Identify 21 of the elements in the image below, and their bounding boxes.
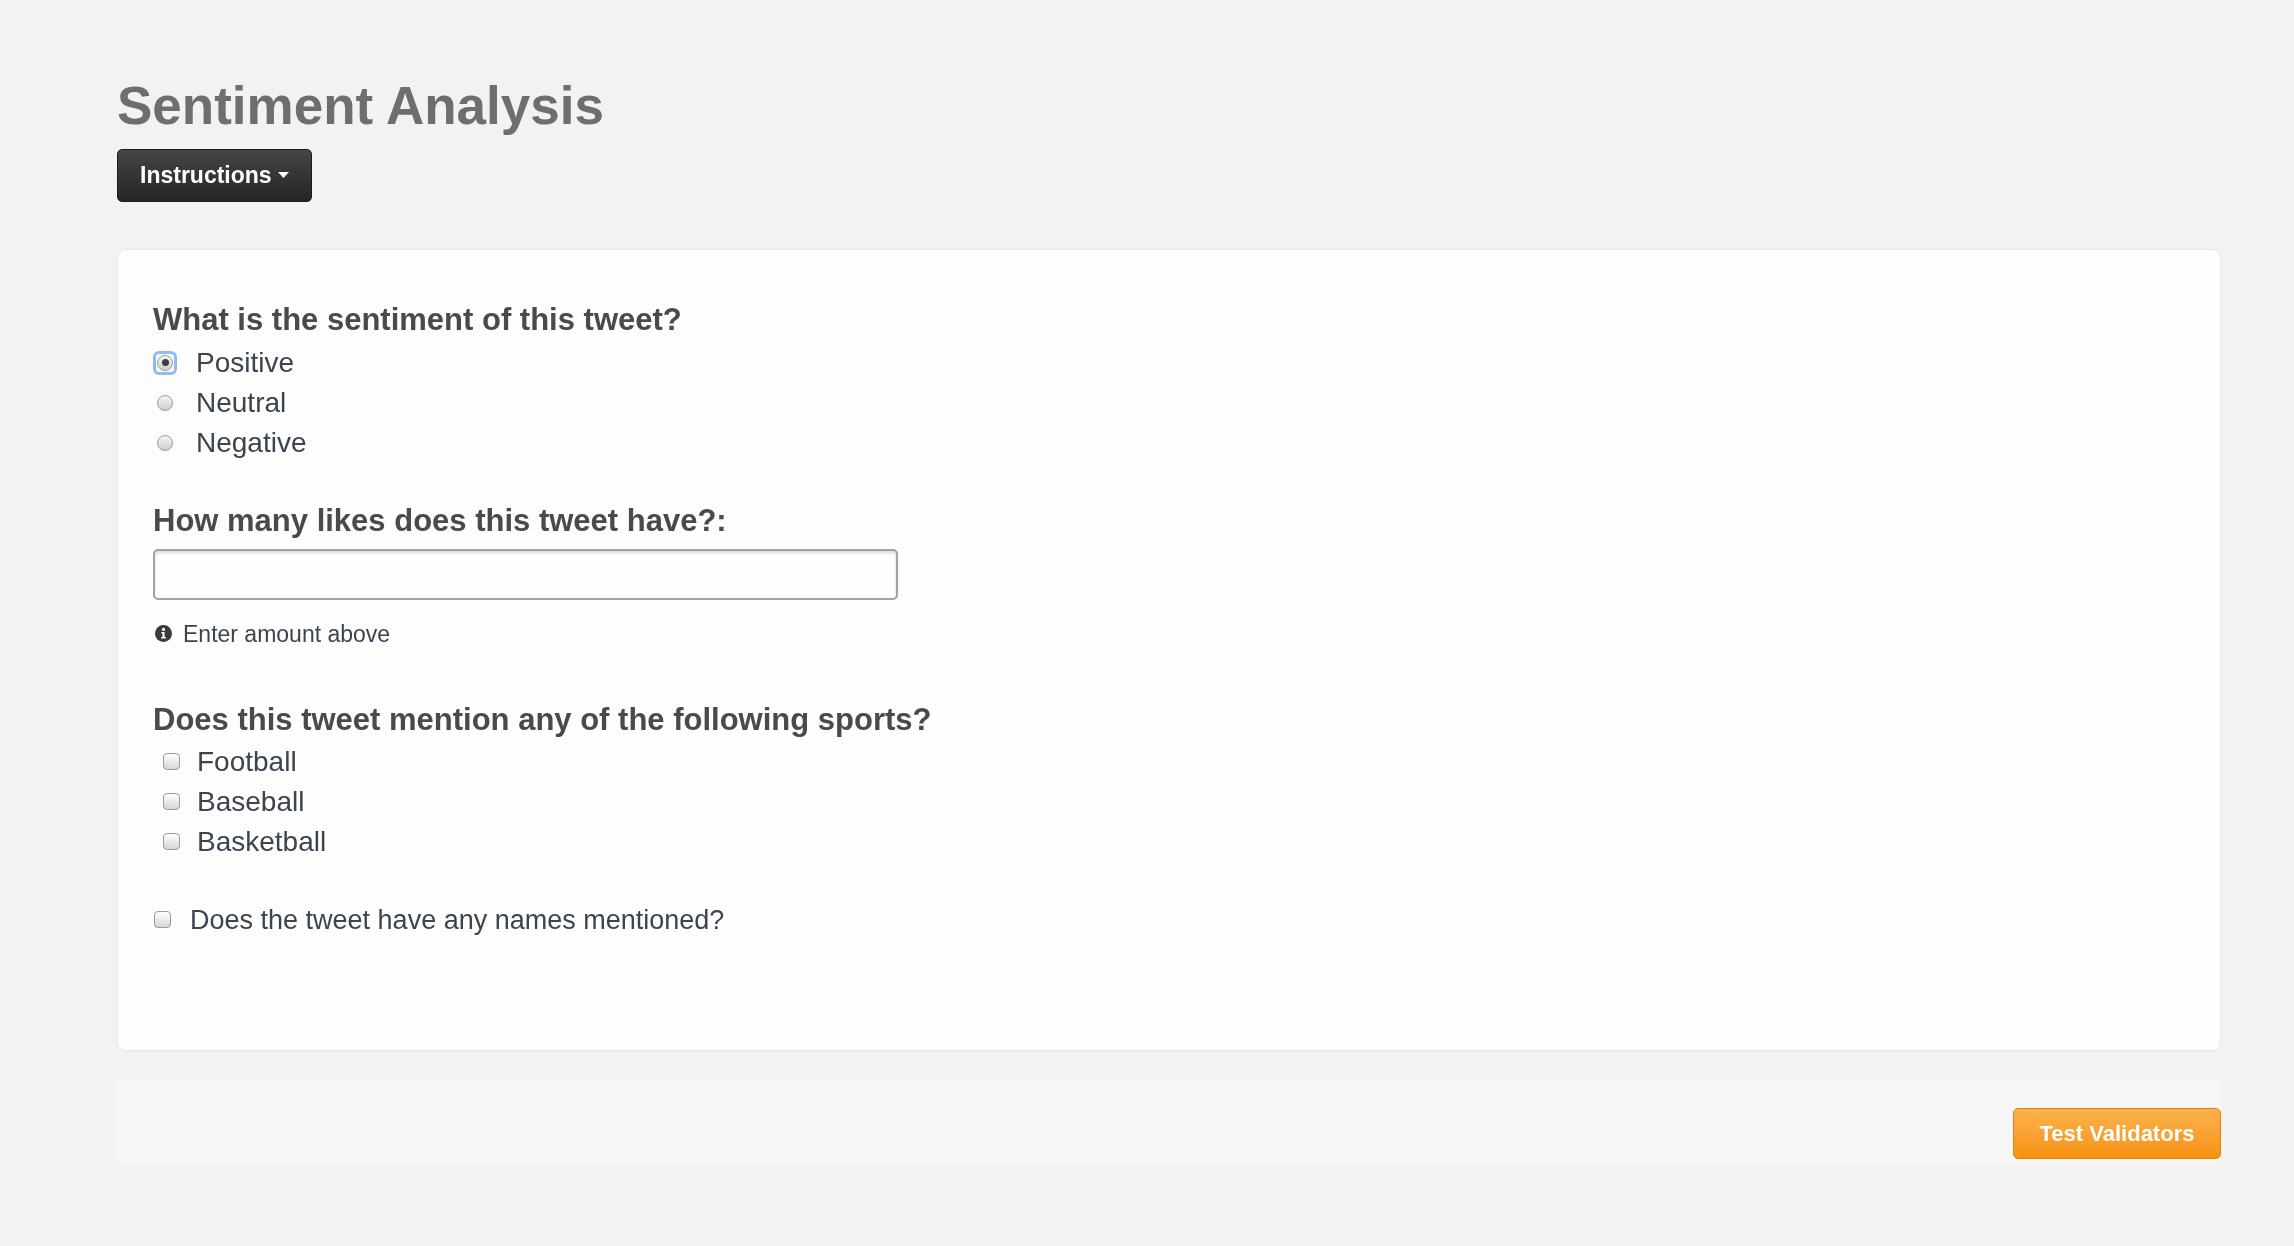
question-heading: What is the sentiment of this tweet? xyxy=(153,300,682,339)
option-label: Neutral xyxy=(196,385,287,420)
radio-button[interactable] xyxy=(153,350,177,375)
checkbox[interactable] xyxy=(163,793,180,811)
text-input-field[interactable] xyxy=(153,548,898,600)
option-label: Baseball xyxy=(197,784,305,819)
instructions-dropdown-button[interactable]: Instructions xyxy=(117,148,312,202)
checkbox[interactable] xyxy=(163,833,180,851)
checkbox-label: Does the tweet have any names mentioned? xyxy=(190,903,725,937)
page-title: Sentiment Analysis xyxy=(117,75,604,137)
question-heading: Does this tweet mention any of the following sports? xyxy=(153,700,932,739)
checkbox[interactable] xyxy=(163,753,180,771)
info-icon xyxy=(155,625,172,643)
caret-icon xyxy=(277,172,289,179)
question-heading: How many likes does this tweet have?: xyxy=(153,501,727,540)
option-label: Basketball xyxy=(197,824,327,859)
option-label: Negative xyxy=(196,425,307,460)
option-label: Football xyxy=(197,744,297,779)
checkbox[interactable] xyxy=(154,911,171,929)
option-label: Positive xyxy=(196,345,295,380)
hint-text: Enter amount above xyxy=(183,619,391,649)
